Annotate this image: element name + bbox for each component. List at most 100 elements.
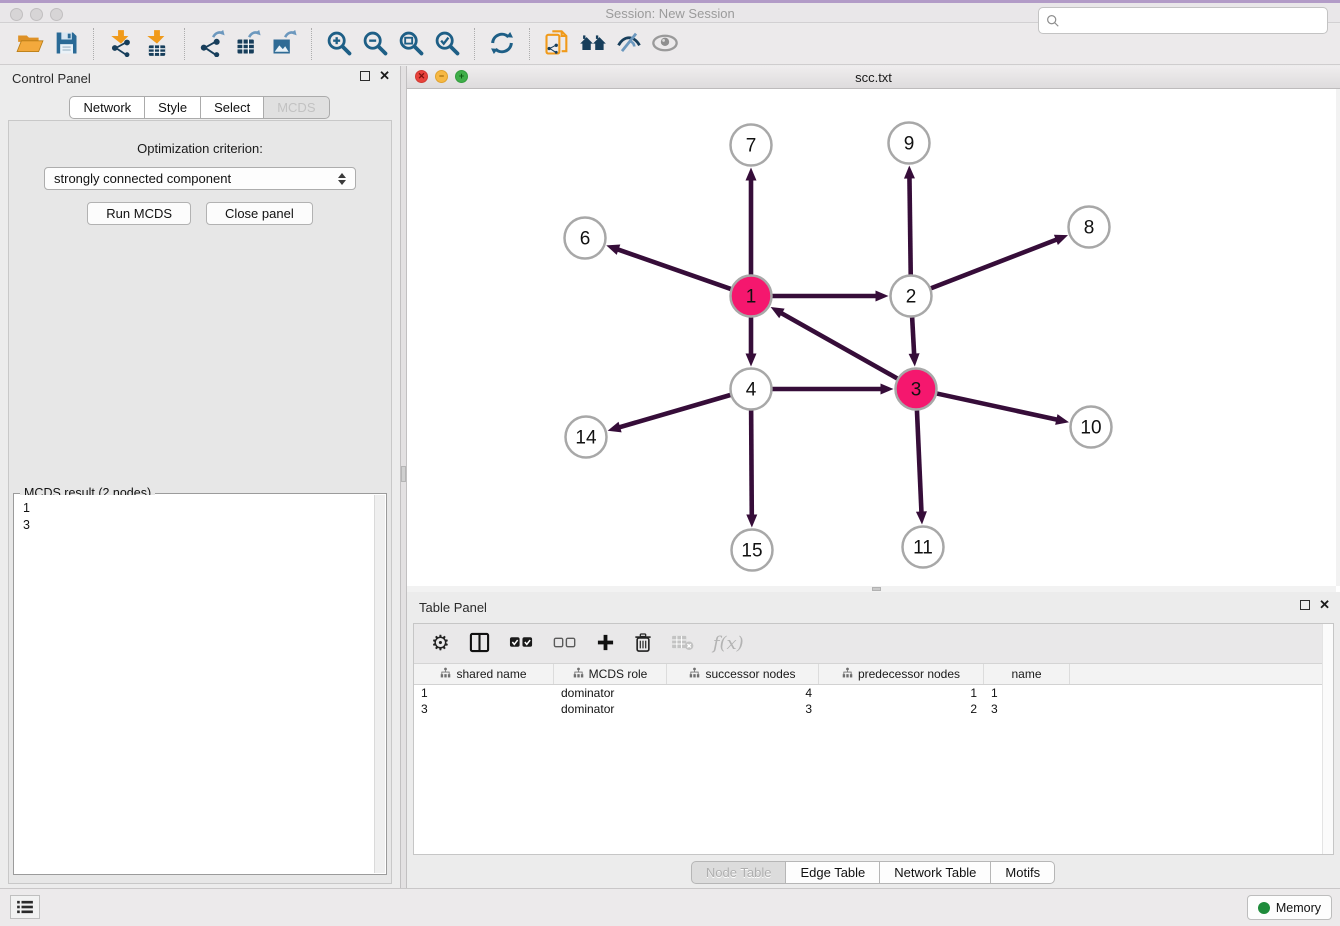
zoom-in-button[interactable] (321, 27, 357, 61)
tab-style[interactable]: Style (144, 96, 201, 119)
zoom-out-button[interactable] (357, 27, 393, 61)
graph-edge-3-10[interactable] (937, 394, 1059, 421)
mcds-result-list[interactable]: 13 (15, 495, 374, 873)
graph-edge-arrowhead (1055, 414, 1069, 425)
network-vscrollbar[interactable] (1336, 89, 1340, 586)
toolbar-separator (311, 28, 312, 60)
column-header-successor-nodes[interactable]: successor nodes (667, 664, 819, 684)
import-network-button[interactable] (103, 27, 139, 61)
add-column-button[interactable] (596, 629, 615, 659)
graph-edge-arrowhead (881, 384, 894, 395)
column-header-predecessor-nodes[interactable]: predecessor nodes (819, 664, 984, 684)
select-all-columns-button[interactable] (509, 629, 534, 659)
table-vscrollbar[interactable] (1322, 624, 1333, 854)
save-session-icon (52, 29, 80, 60)
optimization-criterion-select[interactable]: strongly connected component (44, 167, 356, 190)
import-network-icon (107, 29, 135, 60)
table-cell[interactable]: 3 (984, 701, 1070, 717)
tab-node-table[interactable]: Node Table (691, 861, 787, 884)
show-all-button[interactable] (647, 27, 683, 61)
memory-button[interactable]: Memory (1247, 895, 1332, 920)
graph-edge-arrowhead (746, 168, 757, 181)
tab-edge-table[interactable]: Edge Table (785, 861, 880, 884)
clone-network-icon (543, 29, 571, 60)
panel-splitter[interactable] (400, 66, 407, 888)
tab-network[interactable]: Network (69, 96, 145, 119)
table-row[interactable]: 3dominator323 (414, 701, 1333, 717)
export-table-button[interactable] (230, 27, 266, 61)
table-cell[interactable]: 1 (984, 685, 1070, 701)
save-session-button[interactable] (48, 27, 84, 61)
refresh-button[interactable] (484, 27, 520, 61)
table-toolbar: ⚙ f(x) (414, 624, 1333, 664)
run-mcds-button[interactable]: Run MCDS (87, 202, 191, 225)
result-scrollbar[interactable] (374, 495, 385, 873)
float-table-panel-icon[interactable] (1300, 600, 1310, 610)
table-cell[interactable]: 3 (414, 701, 554, 717)
graph-edge-4-14[interactable] (617, 395, 730, 428)
clone-network-button[interactable] (539, 27, 575, 61)
task-history-button[interactable] (10, 895, 40, 919)
function-builder-button: f(x) (713, 629, 744, 659)
export-image-button[interactable] (266, 27, 302, 61)
network-hscrollbar[interactable] (407, 586, 1336, 592)
network-canvas[interactable]: 7968124314101511 (407, 89, 1336, 586)
network-graph[interactable]: 7968124314101511 (407, 89, 1336, 586)
table-cell[interactable]: 1 (414, 685, 554, 701)
table-cell[interactable]: 3 (667, 701, 819, 717)
tab-network-table[interactable]: Network Table (879, 861, 991, 884)
table-settings-button[interactable]: ⚙ (431, 629, 450, 659)
splitter-handle[interactable] (401, 466, 406, 482)
graph-edge-arrowhead (606, 245, 620, 255)
table-cell[interactable]: 1 (819, 685, 984, 701)
table-cell[interactable]: dominator (554, 701, 667, 717)
graph-edge-3-1[interactable] (779, 312, 897, 378)
delete-column-button[interactable] (634, 629, 652, 659)
table-cell[interactable]: dominator (554, 685, 667, 701)
close-panel-icon[interactable]: ✕ (379, 71, 390, 81)
export-image-icon (270, 29, 298, 60)
memory-status-icon (1258, 902, 1270, 914)
graph-edge-arrowhead (904, 165, 915, 178)
toggle-columns-button[interactable] (469, 629, 490, 659)
tab-mcds[interactable]: MCDS (263, 96, 329, 119)
graph-edge-2-9[interactable] (909, 175, 910, 274)
search-box[interactable] (1038, 7, 1328, 34)
hide-selected-button[interactable] (611, 27, 647, 61)
node-table-container: ⚙ f(x) shared nameMCDS rolesuccessor node… (413, 623, 1334, 855)
column-header-name[interactable]: name (984, 664, 1070, 684)
zoom-selected-button[interactable] (429, 27, 465, 61)
network-window-title: scc.txt (407, 70, 1340, 85)
table-cell[interactable]: 2 (819, 701, 984, 717)
column-header-MCDS-role[interactable]: MCDS role (554, 664, 667, 684)
table-settings-icon: ⚙ (431, 633, 450, 654)
select-all-columns-icon (509, 635, 534, 652)
control-panel-header: Control Panel ✕ (0, 66, 400, 92)
close-panel-button[interactable]: Close panel (206, 202, 313, 225)
import-table-button[interactable] (139, 27, 175, 61)
hscroll-handle[interactable] (872, 587, 881, 591)
graph-edge-4-15[interactable] (751, 410, 752, 517)
table-body: 1dominator4113dominator323 (414, 685, 1333, 717)
export-network-button[interactable] (194, 27, 230, 61)
search-input[interactable] (1065, 13, 1320, 28)
table-row[interactable]: 1dominator411 (414, 685, 1333, 701)
first-neighbors-button[interactable] (575, 27, 611, 61)
table-cell[interactable]: 4 (667, 685, 819, 701)
table-tabs: Node TableEdge TableNetwork TableMotifs (407, 861, 1340, 884)
graph-edge-arrowhead (608, 422, 622, 433)
graph-edge-1-6[interactable] (616, 249, 731, 289)
graph-edge-3-11[interactable] (917, 410, 922, 514)
zoom-fit-button[interactable] (393, 27, 429, 61)
tab-motifs[interactable]: Motifs (990, 861, 1055, 884)
memory-label: Memory (1276, 901, 1321, 915)
unselect-all-columns-button[interactable] (553, 629, 577, 659)
hide-selected-icon (615, 29, 643, 60)
column-header-shared-name[interactable]: shared name (414, 664, 554, 684)
graph-edge-2-8[interactable] (931, 239, 1059, 288)
open-file-button[interactable] (12, 27, 48, 61)
close-table-panel-icon[interactable]: ✕ (1319, 600, 1330, 610)
tab-select[interactable]: Select (200, 96, 264, 119)
graph-edge-2-3[interactable] (912, 317, 914, 356)
float-panel-icon[interactable] (360, 71, 370, 81)
